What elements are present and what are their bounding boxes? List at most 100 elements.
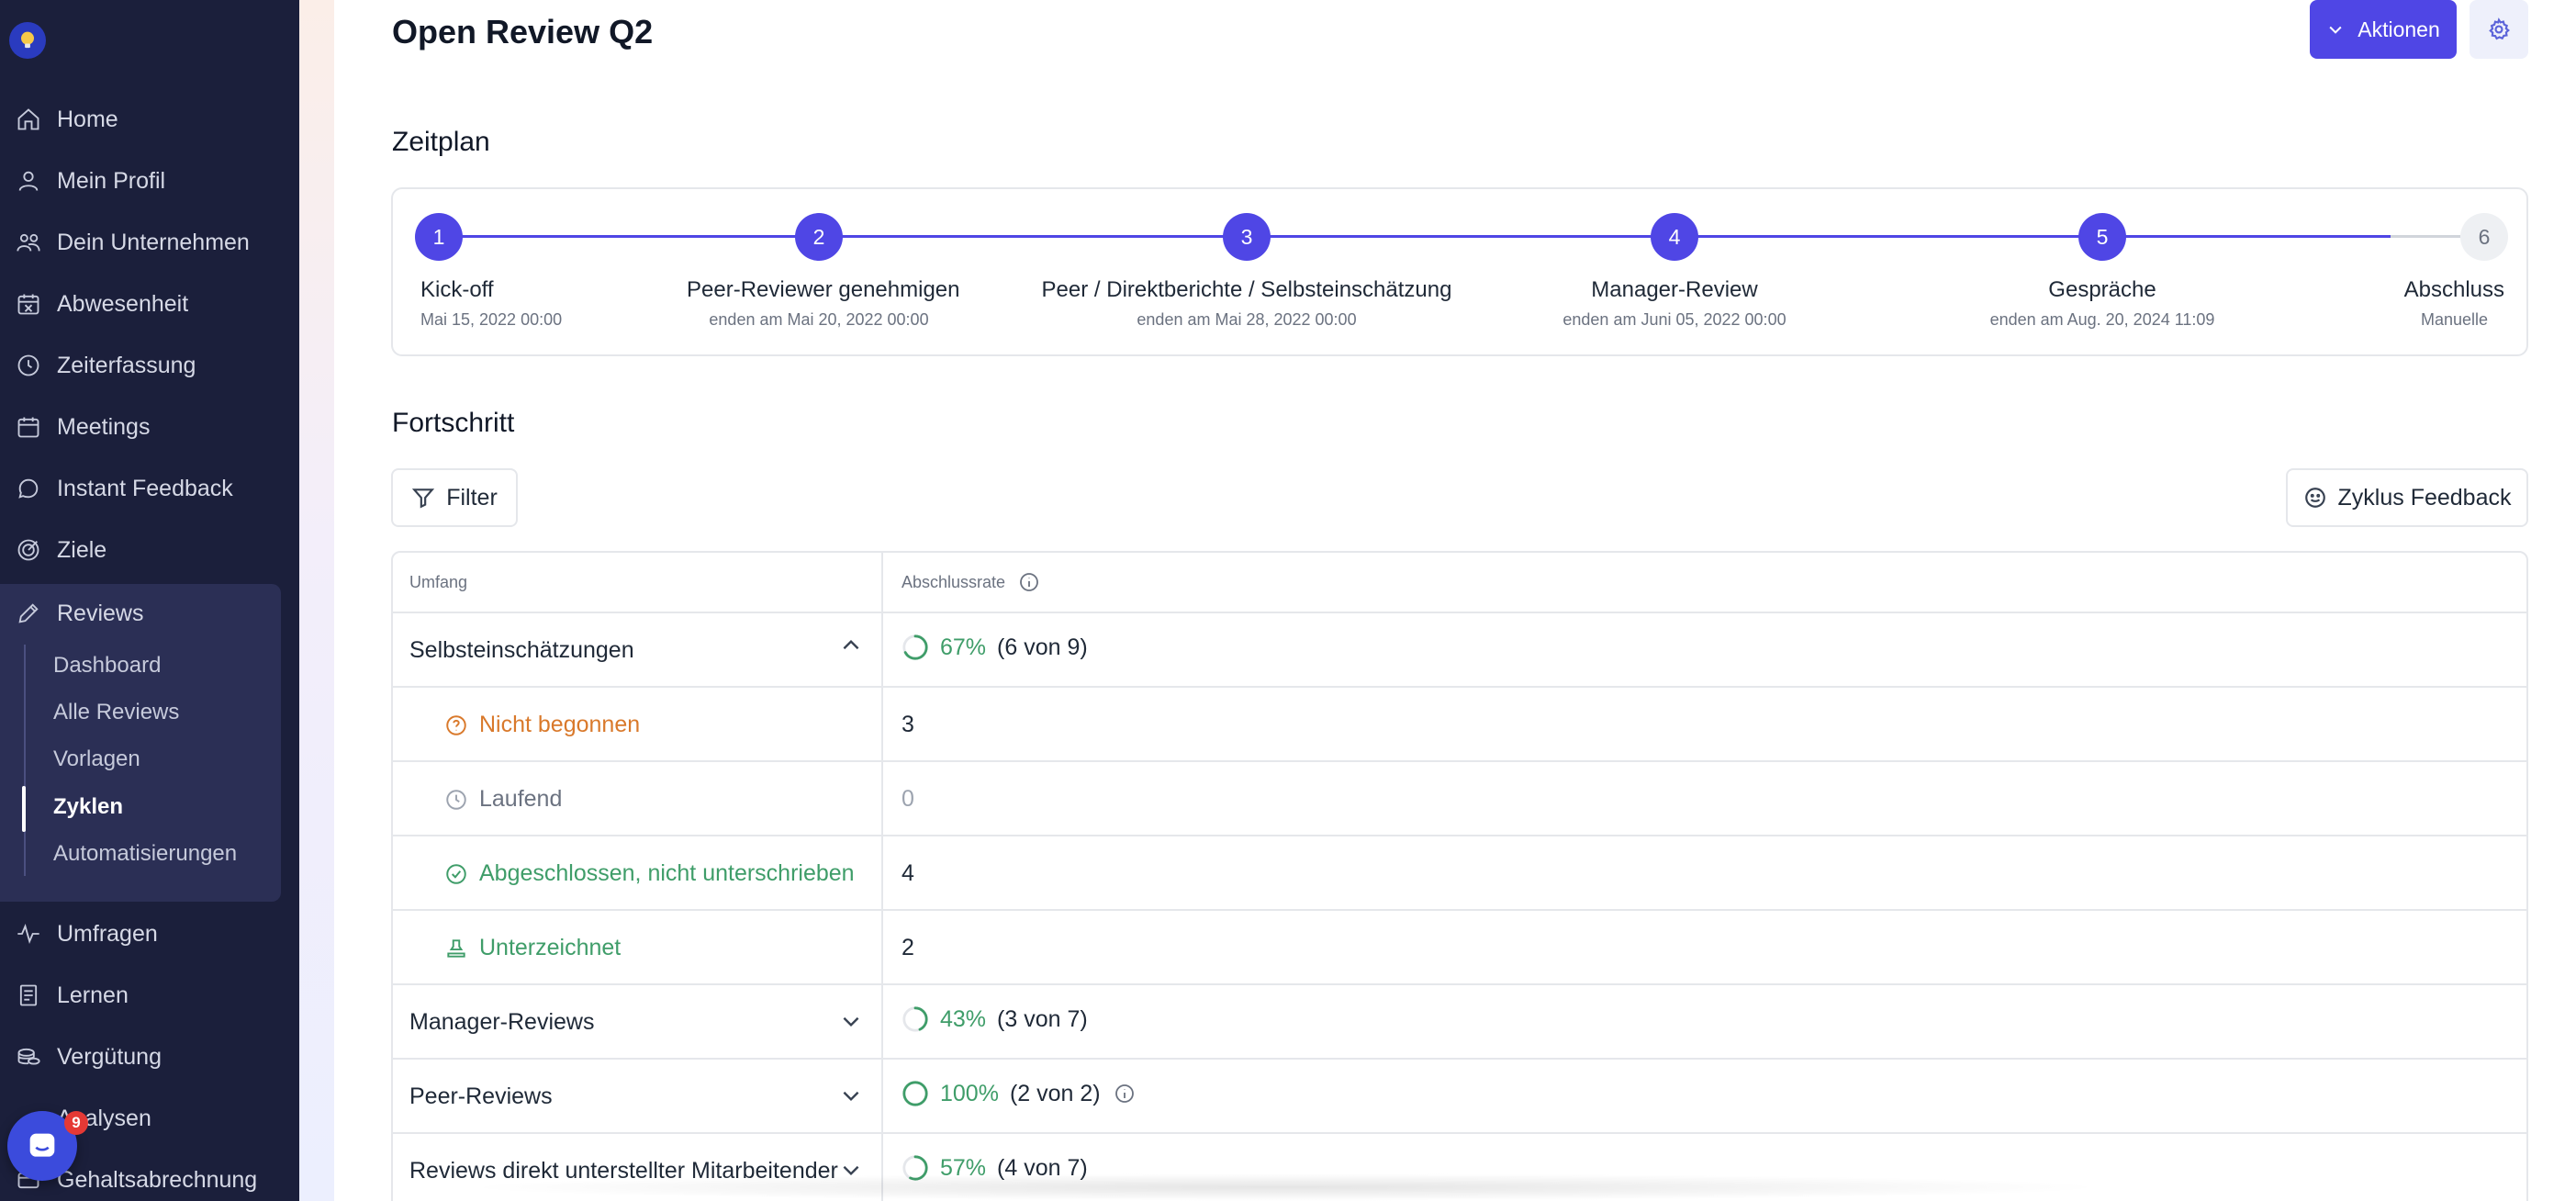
timeline-step-label: Gespräche bbox=[2048, 277, 2156, 302]
stamp-icon bbox=[444, 937, 468, 960]
info-icon[interactable] bbox=[1114, 1083, 1136, 1105]
target-icon bbox=[15, 536, 42, 564]
timeline-step-date: Manuelle bbox=[2420, 310, 2488, 329]
sidebar-item-reviews[interactable]: Reviews bbox=[15, 588, 281, 639]
progress-ring bbox=[902, 634, 928, 660]
sidebar-item-label: Reviews bbox=[57, 600, 144, 626]
calendar-icon bbox=[15, 413, 42, 441]
calendar-x-icon bbox=[15, 290, 42, 318]
filter-icon bbox=[412, 488, 435, 509]
chat-bubble-icon bbox=[29, 1133, 55, 1157]
column-header-rate-label: Abschlussrate bbox=[902, 572, 1006, 591]
question-circle-icon bbox=[444, 713, 468, 737]
page-title: Open Review Q2 bbox=[392, 13, 654, 51]
sidebar-item-label: Home bbox=[57, 106, 118, 132]
timeline-remaining-line bbox=[2391, 235, 2460, 238]
submenu-active-indicator bbox=[22, 786, 26, 832]
sidebar-item-home[interactable]: Home bbox=[15, 94, 281, 145]
sidebar-subitem-dashboard[interactable]: Dashboard bbox=[53, 645, 161, 687]
rate-percent: 43% bbox=[940, 1005, 987, 1032]
clock-icon bbox=[15, 352, 42, 379]
scope-cell: Unterzeichnet bbox=[444, 935, 621, 961]
collapse-toggle[interactable] bbox=[839, 634, 863, 657]
table-row[interactable]: Manager-Reviews 43% (3 von 7) bbox=[393, 985, 2526, 1060]
timeline-step-date: enden am Mai 20, 2022 00:00 bbox=[709, 310, 929, 329]
chevron-down-icon bbox=[843, 1091, 859, 1102]
timeline-step-date: enden am Aug. 20, 2024 11:09 bbox=[1989, 310, 2215, 329]
book-icon bbox=[15, 982, 42, 1009]
timeline-step-date: enden am Mai 28, 2022 00:00 bbox=[1137, 310, 1357, 329]
sidebar-item-ziele[interactable]: Ziele bbox=[15, 524, 281, 576]
chevron-down-icon bbox=[2329, 26, 2342, 34]
sidebar-item-umfragen[interactable]: Umfragen bbox=[15, 908, 281, 960]
timeline-step-1[interactable]: 1 bbox=[415, 213, 463, 261]
rate-cell: 100% (2 von 2) bbox=[902, 1080, 1136, 1107]
sidebar-item-zeiterfassung[interactable]: Zeiterfassung bbox=[15, 340, 281, 391]
expand-toggle[interactable] bbox=[839, 1009, 863, 1033]
actions-button-label: Aktionen bbox=[2358, 17, 2440, 41]
progress-ring-fill bbox=[902, 1081, 928, 1106]
rate-percent: 67% bbox=[940, 634, 987, 660]
settings-button[interactable] bbox=[2470, 0, 2528, 59]
schedule-title: Zeitplan bbox=[392, 127, 490, 157]
sidebar-item-label: Instant Feedback bbox=[57, 475, 233, 501]
sidebar-item-label: Zeiterfassung bbox=[57, 352, 196, 378]
schedule-timeline: 1 2 3 4 5 6 Kick-off Mai 15, 2022 00:00 … bbox=[391, 187, 2528, 356]
sidebar: Home Mein Profil Dein Unternehmen Abwese… bbox=[0, 0, 299, 1201]
sidebar-item-label: Vergütung bbox=[57, 1043, 162, 1070]
timeline-step-5[interactable]: 5 bbox=[2078, 213, 2126, 261]
chevron-down-icon bbox=[843, 1016, 859, 1027]
table-row[interactable]: Abgeschlossen, nicht unterschrieben 4 bbox=[393, 836, 2526, 911]
table-row[interactable]: Selbsteinschätzungen 67% (6 von 9) bbox=[393, 613, 2526, 688]
app-logo[interactable] bbox=[9, 22, 46, 59]
timeline-step-date: Mai 15, 2022 00:00 bbox=[420, 310, 563, 329]
pulse-icon bbox=[15, 920, 42, 948]
sidebar-subitem-alle-reviews[interactable]: Alle Reviews bbox=[53, 691, 179, 734]
sidebar-item-label: Mein Profil bbox=[57, 167, 166, 194]
sidebar-item-label: Ziele bbox=[57, 536, 107, 563]
timeline-step-3[interactable]: 3 bbox=[1223, 213, 1271, 261]
table-row[interactable]: Unterzeichnet 2 bbox=[393, 911, 2526, 985]
scope-label: Unterzeichnet bbox=[479, 935, 622, 960]
info-icon bbox=[1020, 573, 1038, 591]
expand-toggle[interactable] bbox=[839, 1083, 863, 1107]
progress-ring bbox=[902, 1081, 928, 1106]
cycle-feedback-label: Zyklus Feedback bbox=[2337, 484, 2512, 511]
sidebar-subitem-vorlagen[interactable]: Vorlagen bbox=[53, 738, 140, 780]
sidebar-item-meetings[interactable]: Meetings bbox=[15, 401, 281, 453]
scope-cell: Manager-Reviews bbox=[409, 1009, 595, 1035]
table-row[interactable]: Nicht begonnen 3 bbox=[393, 688, 2526, 762]
gear-icon bbox=[2489, 17, 2510, 40]
rate-value: 2 bbox=[902, 935, 914, 960]
timeline-step-label: Manager-Review bbox=[1591, 277, 1758, 302]
home-icon bbox=[15, 106, 42, 133]
scope-cell: Laufend bbox=[444, 786, 562, 813]
timeline-step-4[interactable]: 4 bbox=[1651, 213, 1698, 261]
sidebar-item-lernen[interactable]: Lernen bbox=[15, 970, 281, 1021]
cycle-feedback-button[interactable]: Zyklus Feedback bbox=[2286, 468, 2528, 527]
sidebar-item-dein-unternehmen[interactable]: Dein Unternehmen bbox=[15, 217, 281, 268]
column-header-scope: Umfang bbox=[409, 573, 468, 591]
progress-table: Umfang Abschlussrate Selbsteinschätzunge… bbox=[391, 551, 2528, 1201]
table-header-row: Umfang Abschlussrate bbox=[393, 553, 2526, 613]
table-row[interactable]: Peer-Reviews 100% (2 von 2) bbox=[393, 1060, 2526, 1134]
timeline-step-label: Peer / Direktberichte / Selbsteinschätzu… bbox=[1041, 277, 1452, 302]
sidebar-subitem-automatisierungen[interactable]: Automatisierungen bbox=[53, 833, 237, 875]
timeline-step-2[interactable]: 2 bbox=[795, 213, 843, 261]
filter-button-label: Filter bbox=[446, 484, 498, 511]
filter-button[interactable]: Filter bbox=[391, 468, 518, 527]
sidebar-item-mein-profil[interactable]: Mein Profil bbox=[15, 155, 281, 207]
content-edge-gradient bbox=[299, 0, 334, 1201]
timeline-step-6[interactable]: 6 bbox=[2460, 213, 2508, 261]
sidebar-item-verguetung[interactable]: Vergütung bbox=[15, 1031, 281, 1083]
sidebar-item-abwesenheit[interactable]: Abwesenheit bbox=[15, 278, 281, 330]
sidebar-item-label: Meetings bbox=[57, 413, 151, 440]
sidebar-subitem-zyklen[interactable]: Zyklen bbox=[53, 786, 123, 828]
chat-icon bbox=[15, 475, 42, 502]
actions-button[interactable]: Aktionen bbox=[2310, 0, 2457, 59]
lightbulb-icon bbox=[21, 31, 34, 49]
sidebar-item-instant-feedback[interactable]: Instant Feedback bbox=[15, 463, 281, 514]
chevron-up-icon bbox=[843, 639, 859, 650]
rate-value: 4 bbox=[902, 860, 914, 886]
table-row[interactable]: Laufend 0 bbox=[393, 762, 2526, 836]
